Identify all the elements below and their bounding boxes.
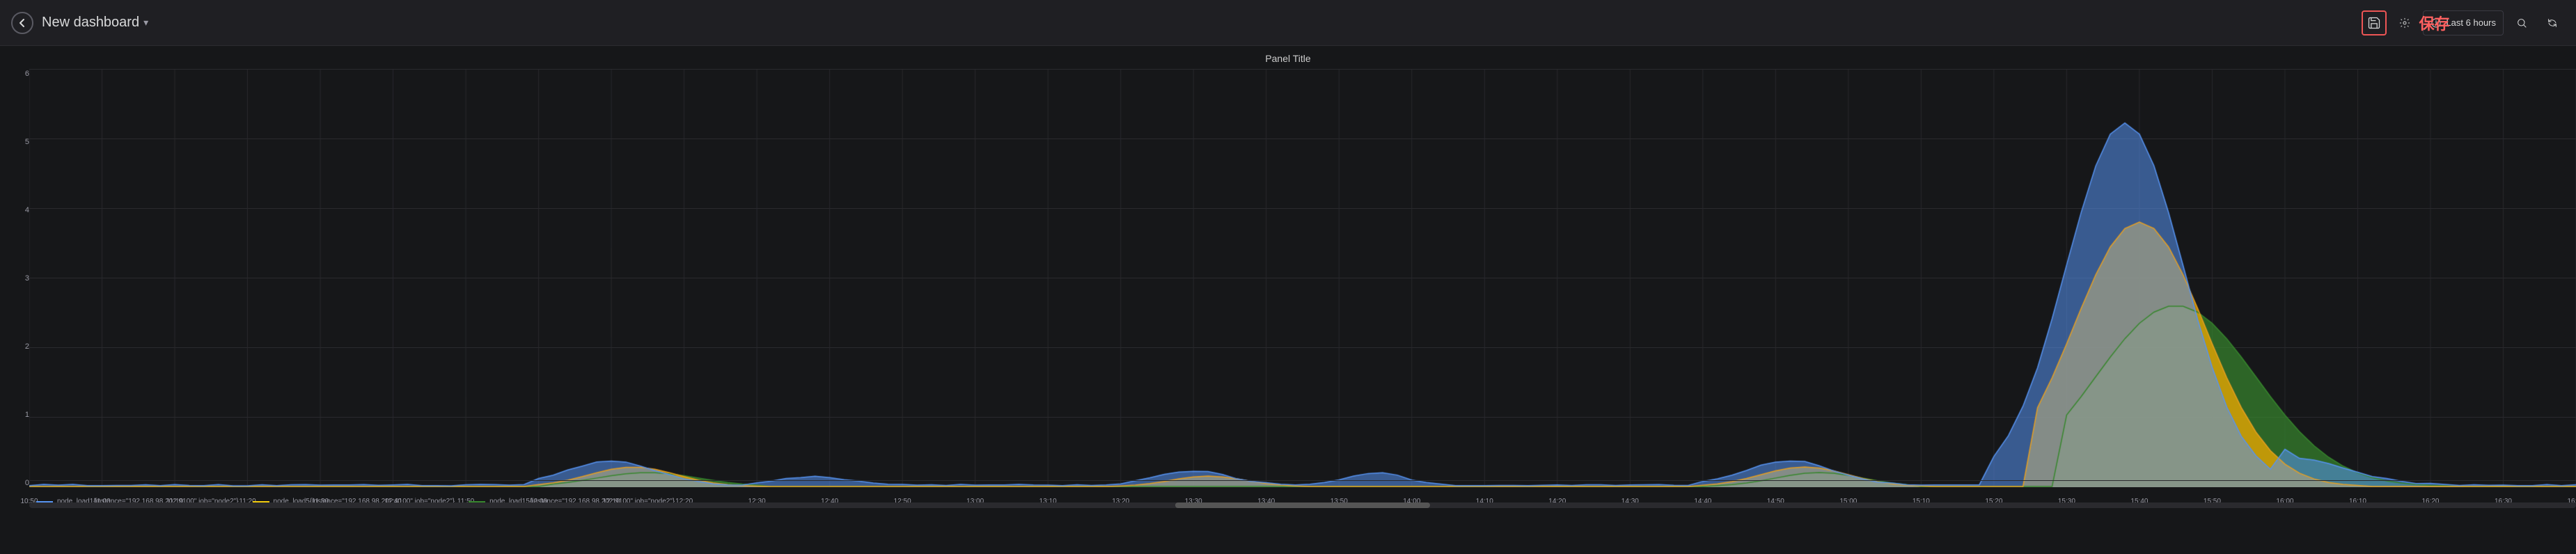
save-label: 保存 bbox=[2419, 12, 2449, 34]
scrollbar[interactable] bbox=[29, 502, 2576, 508]
search-button[interactable] bbox=[2509, 10, 2534, 35]
refresh-button[interactable] bbox=[2540, 10, 2565, 35]
y-label-0: 0 bbox=[4, 479, 29, 487]
grid-lines bbox=[29, 70, 2576, 487]
y-axis: 0 1 2 3 4 5 6 bbox=[0, 70, 29, 487]
save-button[interactable] bbox=[2362, 10, 2387, 35]
back-button[interactable] bbox=[11, 12, 33, 34]
chart-area: Panel Title 0 1 2 3 4 5 6 10:5011:0011:1… bbox=[0, 46, 2576, 554]
legend: node_load1{instance="192.168.98.202:9100… bbox=[29, 480, 2576, 522]
dashboard-title[interactable]: New dashboard ▾ bbox=[42, 15, 148, 31]
y-label-1: 1 bbox=[4, 411, 29, 419]
save-icon bbox=[2367, 16, 2381, 30]
y-label-4: 4 bbox=[4, 206, 29, 214]
settings-button[interactable] bbox=[2392, 10, 2417, 35]
header-toolbar: 保存 Last 6 hours bbox=[2362, 10, 2565, 35]
scrollbar-thumb[interactable] bbox=[1175, 502, 1430, 508]
chart-canvas bbox=[29, 70, 2576, 487]
time-range-label: Last 6 hours bbox=[2446, 17, 2496, 28]
refresh-icon bbox=[2547, 17, 2558, 29]
search-icon bbox=[2516, 17, 2527, 29]
back-icon bbox=[17, 17, 28, 29]
y-label-2: 2 bbox=[4, 342, 29, 351]
y-label-3: 3 bbox=[4, 274, 29, 283]
chart-container: 0 1 2 3 4 5 6 10:5011:0011:1011:2011:301… bbox=[0, 70, 2576, 522]
y-label-6: 6 bbox=[4, 70, 29, 78]
panel-title: Panel Title bbox=[0, 46, 2576, 67]
header: New dashboard ▾ 保存 Last 6 hours bbox=[0, 0, 2576, 46]
gear-icon bbox=[2399, 16, 2410, 30]
dashboard-title-text: New dashboard bbox=[42, 15, 139, 31]
y-label-5: 5 bbox=[4, 138, 29, 146]
dashboard-caret-icon: ▾ bbox=[143, 17, 148, 29]
